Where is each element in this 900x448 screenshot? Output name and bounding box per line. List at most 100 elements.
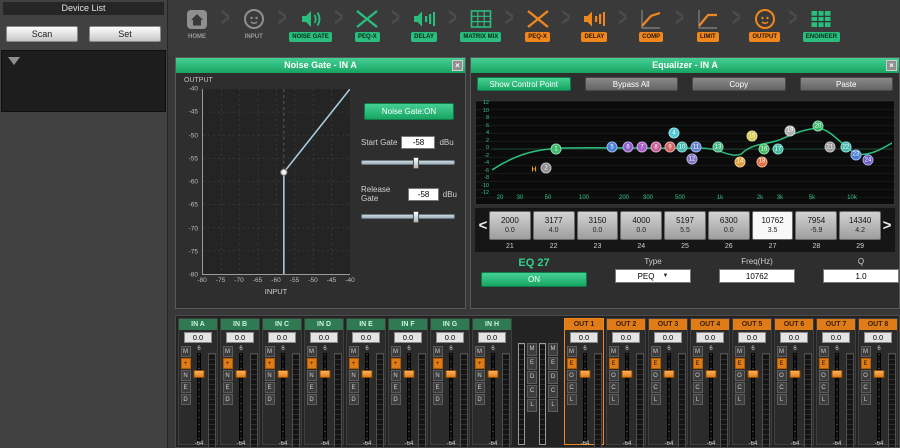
fader-handle[interactable] xyxy=(194,370,205,378)
strip-button[interactable]: D xyxy=(391,394,401,405)
eq-point-12[interactable]: 12 xyxy=(687,154,698,165)
channel-fader[interactable]: 6-64 xyxy=(445,346,458,448)
channel-fader[interactable]: 6-64 xyxy=(277,346,290,448)
toolbar-item-home[interactable]: HOME xyxy=(174,6,220,42)
strip-button[interactable]: E xyxy=(548,357,558,370)
fader-handle[interactable] xyxy=(790,370,801,378)
strip-button[interactable]: M xyxy=(735,346,745,357)
strip-button[interactable]: D xyxy=(307,394,317,405)
eq-point-5[interactable]: 5 xyxy=(607,142,618,153)
strip-button[interactable]: D xyxy=(548,371,558,384)
fader-handle[interactable] xyxy=(236,370,247,378)
strip-button[interactable]: M xyxy=(527,343,537,356)
strip-button[interactable]: E xyxy=(819,358,829,369)
strip-button[interactable]: L xyxy=(609,394,619,405)
q-input[interactable]: 1.0 xyxy=(823,269,899,283)
eq-point-7[interactable]: 7 xyxy=(637,142,648,153)
strip-button[interactable]: L xyxy=(735,394,745,405)
strip-button[interactable]: + xyxy=(181,358,191,369)
strip-button[interactable]: D xyxy=(265,394,275,405)
bypass-all-button[interactable]: Bypass All xyxy=(585,77,679,91)
strip-button[interactable]: E xyxy=(349,382,359,393)
eq-point-16[interactable]: 16 xyxy=(759,144,770,155)
channel-fader[interactable]: 6-64 xyxy=(319,346,332,448)
strip-button[interactable]: O xyxy=(735,370,745,381)
strip-button[interactable]: E xyxy=(609,358,619,369)
strip-button[interactable]: C xyxy=(819,382,829,393)
channel-value[interactable]: 0.0 xyxy=(570,332,598,343)
toolbar-item-delay[interactable]: DELAY xyxy=(401,6,447,42)
channel-fader[interactable]: 6-64 xyxy=(873,346,886,448)
fader-track[interactable] xyxy=(449,353,453,441)
toolbar-item-peq-x[interactable]: PEQ-X xyxy=(344,6,390,42)
channel-value[interactable]: 0.0 xyxy=(738,332,766,343)
fader-handle[interactable] xyxy=(404,370,415,378)
fader-handle[interactable] xyxy=(664,370,675,378)
fader-track[interactable] xyxy=(239,353,243,441)
strip-button[interactable]: D xyxy=(475,394,485,405)
eq-band-button[interactable]: 31500.0 xyxy=(577,211,619,240)
strip-button[interactable]: E xyxy=(861,358,871,369)
strip-button[interactable]: M xyxy=(181,346,191,357)
strip-button[interactable]: N xyxy=(307,370,317,381)
toolbar-item-delay[interactable]: DELAY xyxy=(571,6,617,42)
strip-button[interactable]: N xyxy=(391,370,401,381)
strip-button[interactable]: C xyxy=(861,382,871,393)
channel-fader[interactable]: 6-64 xyxy=(193,346,206,448)
channel-fader[interactable]: 6-64 xyxy=(747,346,760,448)
fader-handle[interactable] xyxy=(278,370,289,378)
strip-button[interactable]: D xyxy=(349,394,359,405)
eq-point-9[interactable]: 9 xyxy=(665,142,676,153)
toolbar-item-matrix-mix[interactable]: MATRIX MIX xyxy=(458,6,504,42)
strip-button[interactable]: E xyxy=(735,358,745,369)
strip-button[interactable]: M xyxy=(861,346,871,357)
channel-value[interactable]: 0.0 xyxy=(310,332,338,343)
strip-button[interactable]: N xyxy=(223,370,233,381)
copy-button[interactable]: Copy xyxy=(692,77,786,91)
fader-track[interactable] xyxy=(793,353,797,441)
fader-track[interactable] xyxy=(491,353,495,441)
channel-fader[interactable]: 6-64 xyxy=(705,346,718,448)
strip-button[interactable]: M xyxy=(433,346,443,357)
strip-button[interactable]: E xyxy=(567,358,577,369)
channel-value[interactable]: 0.0 xyxy=(612,332,640,343)
channel-value[interactable]: 0.0 xyxy=(780,332,808,343)
strip-button[interactable]: L xyxy=(567,394,577,405)
strip-button[interactable]: L xyxy=(548,399,558,412)
strip-button[interactable]: C xyxy=(651,382,661,393)
channel-value[interactable]: 0.0 xyxy=(696,332,724,343)
channel-value[interactable]: 0.0 xyxy=(352,332,380,343)
eq-point-19[interactable]: 19 xyxy=(785,125,796,136)
fader-track[interactable] xyxy=(323,353,327,441)
start-gate-slider[interactable] xyxy=(361,160,455,165)
eq-on-button[interactable]: ON xyxy=(481,272,587,287)
bands-scroll-right-icon[interactable]: > xyxy=(881,211,893,241)
eq-point-10[interactable]: 10 xyxy=(677,142,688,153)
start-gate-slider-handle[interactable] xyxy=(413,157,419,169)
toolbar-item-peq-x[interactable]: PEQ-X xyxy=(515,6,561,42)
channel-fader[interactable]: 6-64 xyxy=(621,346,634,448)
close-icon[interactable]: × xyxy=(886,60,897,71)
eq-point-17[interactable]: 17 xyxy=(773,144,784,155)
eq-point-4[interactable]: 4 xyxy=(669,128,680,139)
paste-button[interactable]: Paste xyxy=(800,77,894,91)
strip-button[interactable]: M xyxy=(819,346,829,357)
scan-button[interactable]: Scan xyxy=(6,26,78,42)
toolbar-item-input[interactable]: INPUT xyxy=(231,6,277,42)
eq-point-21[interactable]: 21 xyxy=(825,142,836,153)
fader-handle[interactable] xyxy=(446,370,457,378)
eq-band-button[interactable]: 51975.5 xyxy=(664,211,706,240)
strip-button[interactable]: M xyxy=(609,346,619,357)
strip-button[interactable]: N xyxy=(433,370,443,381)
eq-band-button[interactable]: 107623.5 xyxy=(752,211,794,240)
fader-handle[interactable] xyxy=(488,370,499,378)
strip-button[interactable]: L xyxy=(651,394,661,405)
eq-point-1[interactable]: 1 xyxy=(551,144,562,155)
eq-point-2[interactable]: 2 xyxy=(541,163,552,174)
strip-button[interactable]: C xyxy=(777,382,787,393)
strip-button[interactable]: + xyxy=(349,358,359,369)
channel-value[interactable]: 0.0 xyxy=(184,332,212,343)
strip-button[interactable]: + xyxy=(223,358,233,369)
eq-point-22[interactable]: 22 xyxy=(841,142,852,153)
eq-point-23[interactable]: 23 xyxy=(851,149,862,160)
